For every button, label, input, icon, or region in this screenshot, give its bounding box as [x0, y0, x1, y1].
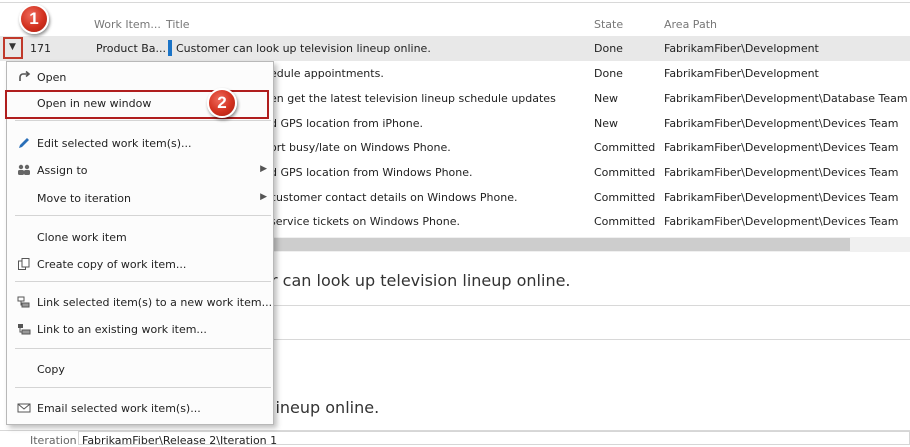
- divider: [265, 305, 910, 306]
- menu-separator: [15, 387, 271, 388]
- row-area: FabrikamFiber\Development\Devices Team: [664, 166, 899, 179]
- row-area: FabrikamFiber\Development\Devices Team: [664, 191, 899, 204]
- menu-item-assign-to[interactable]: Assign to ▶: [7, 159, 273, 183]
- users-icon: [17, 163, 31, 177]
- menu-separator: [15, 281, 271, 282]
- menu-item-label: Clone work item: [37, 231, 127, 244]
- row-title[interactable]: en get the latest television lineup sche…: [270, 92, 556, 105]
- column-header-area-path[interactable]: Area Path: [664, 18, 717, 31]
- menu-item-label: Create copy of work item...: [37, 258, 187, 271]
- menu-item-label: Open: [37, 71, 67, 84]
- work-item-title-form: lineup online.: [271, 398, 380, 417]
- menu-item-open[interactable]: Open: [7, 66, 273, 90]
- row-state: Done: [594, 67, 623, 80]
- menu-item-link-existing[interactable]: Link to an existing work item...: [7, 318, 273, 342]
- iteration-label: Iteration: [30, 434, 77, 447]
- column-header-state[interactable]: State: [594, 18, 623, 31]
- link-existing-icon: [17, 322, 31, 336]
- column-header-work-item-type[interactable]: Work Item...: [94, 18, 161, 31]
- row-title[interactable]: ort busy/late on Windows Phone.: [270, 141, 451, 154]
- row-state: Done: [594, 42, 623, 55]
- menu-separator: [15, 215, 271, 216]
- row-state: Committed: [594, 191, 656, 204]
- row-state: New: [594, 117, 618, 130]
- divider: [265, 339, 910, 340]
- row-state: New: [594, 92, 618, 105]
- work-item-title-preview: r can look up television lineup online.: [271, 271, 571, 290]
- menu-item-label: Email selected work item(s)...: [37, 402, 201, 415]
- row-title[interactable]: service tickets on Windows Phone.: [270, 215, 460, 228]
- menu-item-label: Edit selected work item(s)...: [37, 137, 192, 150]
- menu-item-label: Copy: [37, 363, 65, 376]
- pencil-icon: [17, 136, 31, 150]
- row-title[interactable]: d GPS location from iPhone.: [270, 117, 423, 130]
- menu-item-clone[interactable]: Clone work item: [7, 226, 273, 250]
- iteration-field[interactable]: FabrikamFiber\Release 2\Iteration 1: [78, 431, 910, 447]
- row-dropdown-highlight[interactable]: ▼: [3, 37, 23, 59]
- menu-separator: [15, 120, 271, 121]
- menu-item-label: Move to iteration: [37, 192, 132, 205]
- row-title[interactable]: d GPS location from Windows Phone.: [270, 166, 473, 179]
- submenu-arrow-icon: ▶: [260, 192, 267, 202]
- row-area: FabrikamFiber\Development: [664, 67, 819, 80]
- row-id: 171: [30, 42, 51, 55]
- row-state: Committed: [594, 141, 656, 154]
- top-border: [0, 2, 910, 3]
- row-state: Committed: [594, 166, 656, 179]
- iteration-value: FabrikamFiber\Release 2\Iteration 1: [82, 434, 278, 447]
- scrollbar-thumb[interactable]: [268, 238, 850, 251]
- envelope-icon: [17, 401, 31, 415]
- row-area: FabrikamFiber\Development\Database Team: [664, 92, 908, 105]
- menu-item-create-copy[interactable]: Create copy of work item...: [7, 253, 273, 277]
- row-type: Product Ba...: [96, 42, 167, 55]
- redo-arrow-icon: [17, 70, 31, 84]
- callout-badge-1: 1: [19, 4, 49, 34]
- row-area: FabrikamFiber\Development: [664, 42, 819, 55]
- submenu-arrow-icon: ▶: [260, 164, 267, 174]
- column-header-title[interactable]: Title: [166, 18, 190, 31]
- menu-item-email[interactable]: Email selected work item(s)...: [7, 397, 273, 421]
- menu-item-edit-selected[interactable]: Edit selected work item(s)...: [7, 132, 273, 156]
- caret-down-icon[interactable]: ▼: [9, 42, 16, 52]
- work-item-color-bar: [168, 40, 172, 56]
- menu-item-copy[interactable]: Copy: [7, 358, 273, 382]
- menu-item-label: Assign to: [37, 164, 88, 177]
- row-state: Committed: [594, 215, 656, 228]
- row-area: FabrikamFiber\Development\Devices Team: [664, 141, 899, 154]
- row-area: FabrikamFiber\Development\Devices Team: [664, 215, 899, 228]
- menu-separator: [15, 348, 271, 349]
- menu-item-label: Link to an existing work item...: [37, 323, 207, 336]
- row-title[interactable]: Customer can look up television lineup o…: [176, 42, 431, 55]
- table-row-selected[interactable]: ▼ 171 Product Ba... Customer can look up…: [0, 36, 910, 61]
- row-title[interactable]: customer contact details on Windows Phon…: [270, 191, 517, 204]
- menu-item-move-to-iteration[interactable]: Move to iteration ▶: [7, 187, 273, 211]
- row-title[interactable]: edule appointments.: [270, 67, 384, 80]
- menu-item-label: Link selected item(s) to a new work item…: [37, 296, 273, 309]
- copy-icon: [17, 257, 31, 271]
- menu-item-link-new[interactable]: Link selected item(s) to a new work item…: [7, 291, 273, 315]
- callout-badge-2: 2: [207, 88, 237, 118]
- link-new-icon: [17, 295, 31, 309]
- row-area: FabrikamFiber\Development\Devices Team: [664, 117, 899, 130]
